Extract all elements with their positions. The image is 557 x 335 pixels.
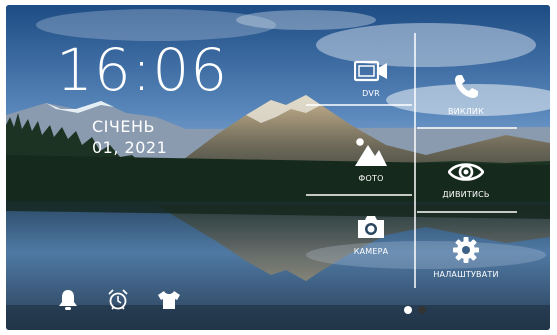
- watch-tile[interactable]: ДИВИТИСЬ: [431, 157, 501, 203]
- camera-label: КАМЕРА: [353, 247, 389, 256]
- phone-icon: [453, 74, 479, 104]
- bell-button[interactable]: [55, 289, 81, 315]
- menu-divider-right-1: [417, 127, 517, 129]
- menu-divider-left-1: [306, 104, 412, 106]
- settings-label: НАЛАШТУВАТИ: [433, 270, 499, 279]
- home-screen: 16:06 СІЧЕНЬ 01, 2021 DVR ФОТО КАМЕРА ВИ…: [6, 5, 550, 330]
- clock-time: 16:06: [56, 36, 229, 104]
- shirt-icon: [157, 290, 181, 314]
- image-icon: [355, 137, 387, 171]
- camera-icon: [356, 214, 386, 244]
- page-dot-1[interactable]: [404, 306, 412, 314]
- bell-icon: [58, 289, 78, 315]
- shirt-button[interactable]: [156, 289, 182, 315]
- watch-label: ДИВИТИСЬ: [442, 190, 490, 199]
- menu-divider-right-2: [417, 211, 517, 213]
- page-dot-2[interactable]: [418, 306, 426, 314]
- alarm-clock-icon: [107, 289, 129, 315]
- call-tile[interactable]: ВИКЛИК: [431, 71, 501, 119]
- alarm-button[interactable]: [105, 289, 131, 315]
- photo-tile[interactable]: ФОТО: [336, 133, 406, 187]
- settings-tile[interactable]: НАЛАШТУВАТИ: [426, 233, 506, 283]
- photo-label: ФОТО: [358, 174, 384, 183]
- video-camera-icon: [353, 60, 388, 86]
- gear-icon: [453, 237, 479, 267]
- call-label: ВИКЛИК: [447, 107, 485, 116]
- clock-month: СІЧЕНЬ: [92, 117, 155, 136]
- menu-vertical-divider: [414, 33, 416, 288]
- dvr-label: DVR: [362, 89, 380, 98]
- dvr-tile[interactable]: DVR: [336, 57, 406, 101]
- eye-icon: [447, 161, 485, 187]
- camera-tile[interactable]: КАМЕРА: [336, 210, 406, 260]
- menu-divider-left-2: [306, 194, 412, 196]
- clock-date: 01, 2021: [92, 138, 168, 157]
